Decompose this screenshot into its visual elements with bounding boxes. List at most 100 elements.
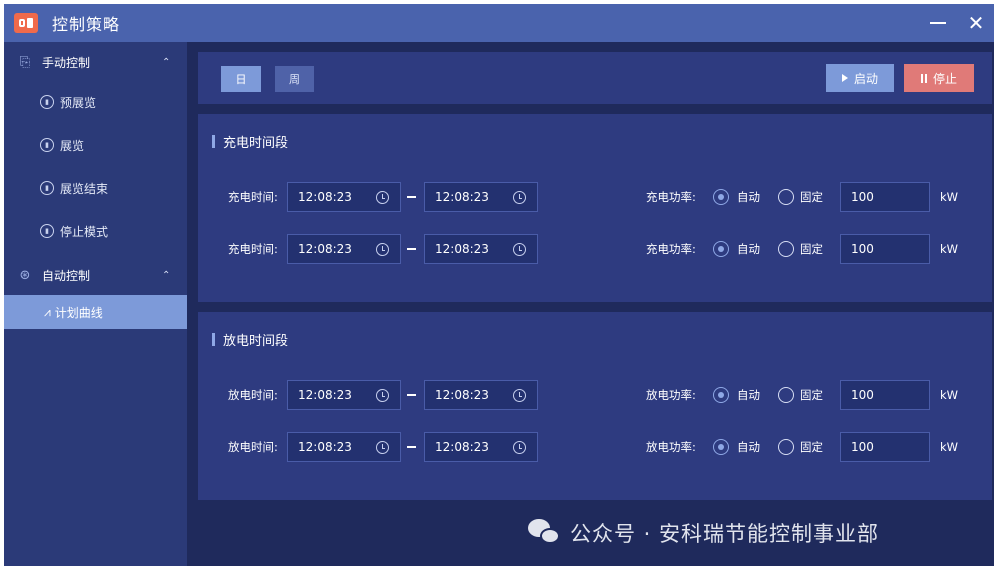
range-separator [407, 196, 416, 198]
power-unit: kW [940, 242, 959, 256]
auto-radio-label[interactable]: 自动 [737, 234, 760, 264]
stop-button[interactable]: 停止 [904, 64, 974, 92]
watermark-text: 公众号 · 安科瑞节能控制事业部 [570, 522, 880, 546]
fixed-radio-label[interactable]: 固定 [800, 182, 823, 212]
clock-icon[interactable] [513, 243, 526, 256]
clock-icon[interactable] [376, 191, 389, 204]
end-time-input[interactable]: 12:08:23 [424, 234, 538, 264]
fixed-radio[interactable] [778, 439, 794, 455]
fixed-radio[interactable] [778, 241, 794, 257]
content-footer: 公众号 · 安科瑞节能控制事业部 [198, 504, 994, 566]
toolbar-panel: 日 周 启动 停止 [198, 52, 992, 104]
circle-icon: ▮ [40, 95, 54, 109]
end-time-input[interactable]: 12:08:23 [424, 380, 538, 410]
start-time-input[interactable]: 12:08:23 [287, 182, 401, 212]
sidebar-item-pre-exhibition[interactable]: ▮ 预展览 [4, 84, 187, 120]
fixed-radio-label[interactable]: 固定 [800, 234, 823, 264]
clock-icon[interactable] [376, 243, 389, 256]
clock-icon[interactable] [513, 389, 526, 402]
chevron-up-icon[interactable]: ⌃ [162, 270, 170, 281]
sidebar-group-auto-control[interactable]: ⊛ 自动控制 ⌃ [4, 255, 187, 295]
auto-radio-label[interactable]: 自动 [737, 432, 760, 462]
section-title-text: 放电时间段 [223, 334, 289, 349]
sidebar-item-label: 预展览 [60, 95, 97, 110]
title-bar: 控制策略 ✕ [4, 4, 994, 42]
fixed-radio[interactable] [778, 189, 794, 205]
tab-week[interactable]: 周 [275, 66, 314, 92]
end-time-input[interactable]: 12:08:23 [424, 182, 538, 212]
auto-radio-label[interactable]: 自动 [737, 380, 760, 410]
window-title: 控制策略 [52, 15, 121, 34]
power-label: 放电功率: [646, 388, 696, 402]
time-label: 充电时间: [228, 190, 278, 204]
auto-radio[interactable] [713, 189, 729, 205]
sidebar: ⎘ 手动控制 ⌃ ▮ 预展览 ▮ 展览 ▮ 展览结束 ▮ 停止模式 ⊛ 自动控制… [4, 42, 187, 566]
line-chart-icon: ⩘ [44, 304, 51, 319]
end-time-input[interactable]: 12:08:23 [424, 432, 538, 462]
power-value: 100 [851, 440, 874, 454]
auto-radio-label[interactable]: 自动 [737, 182, 760, 212]
sidebar-item-label: 展览结束 [60, 181, 109, 196]
section-title: 放电时间段 [212, 330, 288, 349]
chevron-up-icon[interactable]: ⌃ [162, 57, 170, 68]
power-value: 100 [851, 190, 874, 204]
power-label: 充电功率: [646, 190, 696, 204]
time-label: 放电时间: [228, 440, 278, 454]
sidebar-item-stop-mode[interactable]: ▮ 停止模式 [4, 213, 187, 249]
time-label: 放电时间: [228, 388, 278, 402]
start-time-input[interactable]: 12:08:23 [287, 380, 401, 410]
clock-icon[interactable] [376, 389, 389, 402]
auto-radio[interactable] [713, 387, 729, 403]
start-time-value: 12:08:23 [298, 388, 352, 402]
clock-icon[interactable] [513, 191, 526, 204]
sidebar-item-plan-curve[interactable]: ⩘ 计划曲线 [4, 295, 187, 329]
start-button[interactable]: 启动 [826, 64, 894, 92]
charge-row: 充电时间: 12:08:23 12:08:23 充电功率: 自动 固定 100 … [198, 182, 992, 212]
manual-control-icon: ⎘ [19, 54, 31, 70]
start-time-value: 12:08:23 [298, 242, 352, 256]
auto-radio[interactable] [713, 241, 729, 257]
power-value: 100 [851, 242, 874, 256]
power-unit: kW [940, 440, 959, 454]
clock-icon[interactable] [513, 441, 526, 454]
range-separator [407, 446, 416, 448]
sidebar-item-exhibition[interactable]: ▮ 展览 [4, 127, 187, 163]
circle-icon: ▮ [40, 181, 54, 195]
pause-icon [920, 73, 927, 83]
start-time-input[interactable]: 12:08:23 [287, 234, 401, 264]
range-separator [407, 248, 416, 250]
power-value-input[interactable]: 100 [840, 182, 930, 212]
sidebar-item-label: 停止模式 [60, 224, 109, 239]
auto-control-icon: ⊛ [19, 267, 31, 283]
auto-radio[interactable] [713, 439, 729, 455]
power-value-input[interactable]: 100 [840, 234, 930, 264]
sidebar-group-label: 手动控制 [42, 55, 91, 70]
circle-icon: ▮ [40, 224, 54, 238]
app-logo-icon [14, 13, 38, 33]
start-time-input[interactable]: 12:08:23 [287, 432, 401, 462]
sidebar-item-exhibition-end[interactable]: ▮ 展览结束 [4, 170, 187, 206]
discharge-row: 放电时间: 12:08:23 12:08:23 放电功率: 自动 固定 100 … [198, 380, 992, 410]
range-separator [407, 394, 416, 396]
close-button[interactable]: ✕ [958, 4, 994, 42]
end-time-value: 12:08:23 [435, 440, 489, 454]
sidebar-item-label: 计划曲线 [54, 305, 103, 320]
power-value-input[interactable]: 100 [840, 432, 930, 462]
sidebar-group-label: 自动控制 [42, 268, 91, 283]
fixed-radio-label[interactable]: 固定 [800, 380, 823, 410]
power-value: 100 [851, 388, 874, 402]
power-value-input[interactable]: 100 [840, 380, 930, 410]
clock-icon[interactable] [376, 441, 389, 454]
tab-day[interactable]: 日 [221, 66, 261, 92]
sidebar-group-manual-control[interactable]: ⎘ 手动控制 ⌃ [4, 42, 187, 82]
end-time-value: 12:08:23 [435, 388, 489, 402]
section-title: 充电时间段 [212, 132, 288, 151]
section-title-text: 充电时间段 [223, 136, 289, 151]
power-label: 充电功率: [646, 242, 696, 256]
minimize-button[interactable] [920, 4, 956, 42]
charge-row: 充电时间: 12:08:23 12:08:23 充电功率: 自动 固定 100 … [198, 234, 992, 264]
fixed-radio-label[interactable]: 固定 [800, 432, 823, 462]
play-icon [841, 74, 848, 82]
start-time-value: 12:08:23 [298, 190, 352, 204]
fixed-radio[interactable] [778, 387, 794, 403]
